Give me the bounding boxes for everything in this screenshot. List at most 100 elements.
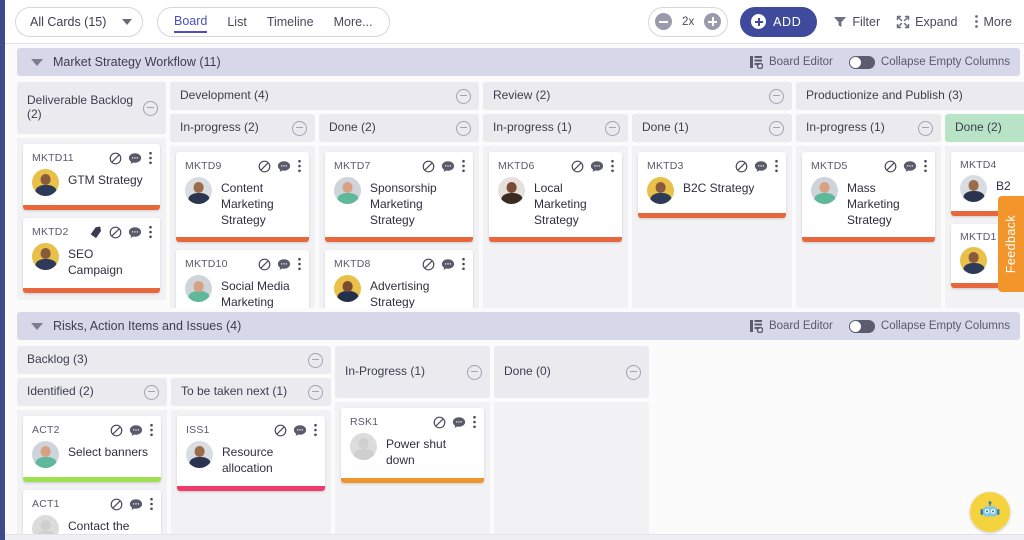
kebab-menu-icon[interactable] — [297, 257, 302, 271]
column-header[interactable]: Done (1) — [632, 114, 792, 142]
card[interactable]: MKTD6Local Marketing Strategy — [489, 152, 622, 242]
tab-list[interactable]: List — [227, 11, 246, 32]
comment-icon[interactable] — [277, 160, 291, 173]
column-header[interactable]: Backlog (3) — [17, 346, 331, 374]
column-drop-zone[interactable]: MKTD9Content Marketing Strategy MKTD10Soc… — [170, 146, 315, 308]
comment-icon[interactable] — [452, 416, 466, 429]
tab-timeline[interactable]: Timeline — [267, 11, 314, 32]
block-icon[interactable] — [735, 160, 748, 173]
comment-icon[interactable] — [277, 258, 291, 271]
tag-icon[interactable] — [89, 226, 103, 239]
column-header[interactable]: Deliverable Backlog (2) — [17, 82, 166, 134]
feedback-tab[interactable]: Feedback — [998, 196, 1024, 292]
chat-bot-button[interactable] — [970, 492, 1010, 532]
block-icon[interactable] — [433, 416, 446, 429]
comment-icon[interactable] — [129, 424, 143, 437]
card[interactable]: MKTD5Mass Marketing Strategy — [802, 152, 935, 242]
kebab-menu-icon[interactable] — [923, 159, 928, 173]
collapse-circle-icon[interactable] — [918, 121, 933, 136]
column-header[interactable]: To be taken next (1) — [171, 378, 331, 406]
comment-icon[interactable] — [903, 160, 917, 173]
expand-button[interactable]: Expand — [896, 15, 957, 29]
filter-button[interactable]: Filter — [833, 15, 880, 29]
column-drop-zone[interactable]: MKTD7Sponsorship Marketing Strategy MKTD8… — [319, 146, 479, 308]
column-drop-zone[interactable]: RSK1Power shut down — [335, 402, 490, 540]
card[interactable]: MKTD9Content Marketing Strategy — [176, 152, 309, 242]
collapse-circle-icon[interactable] — [308, 353, 323, 368]
collapse-circle-icon[interactable] — [605, 121, 620, 136]
block-icon[interactable] — [110, 424, 123, 437]
collapse-circle-icon[interactable] — [292, 121, 307, 136]
column-drop-zone[interactable]: ISS1Resource allocation — [171, 410, 331, 540]
triangle-down-icon[interactable] — [31, 59, 43, 66]
column-drop-zone[interactable] — [494, 402, 649, 540]
board-editor-button[interactable]: Board Editor — [749, 55, 833, 69]
card[interactable]: ACT1Contact the — [23, 490, 161, 540]
comment-icon[interactable] — [590, 160, 604, 173]
kebab-menu-icon[interactable] — [149, 497, 154, 511]
zoom-out-button[interactable] — [655, 13, 672, 30]
column-header[interactable]: Development (4) — [170, 82, 479, 110]
block-icon[interactable] — [109, 152, 122, 165]
tab-board[interactable]: Board — [174, 10, 207, 33]
block-icon[interactable] — [258, 160, 271, 173]
block-icon[interactable] — [258, 258, 271, 271]
collapse-circle-icon[interactable] — [769, 121, 784, 136]
column-header[interactable]: Review (2) — [483, 82, 792, 110]
card[interactable]: MKTD8Advertising Strategy — [325, 250, 473, 308]
kebab-menu-icon[interactable] — [148, 225, 153, 239]
comment-icon[interactable] — [293, 424, 307, 437]
block-icon[interactable] — [422, 160, 435, 173]
block-icon[interactable] — [109, 226, 122, 239]
block-icon[interactable] — [884, 160, 897, 173]
kebab-menu-icon[interactable] — [461, 257, 466, 271]
column-header[interactable]: In-progress (2) — [170, 114, 315, 142]
card[interactable]: MKTD3B2C Strategy — [638, 152, 786, 218]
card[interactable]: MKTD2SEO Campaign — [23, 218, 160, 293]
zoom-in-button[interactable] — [704, 13, 721, 30]
collapse-circle-icon[interactable] — [769, 89, 784, 104]
board-canvas[interactable]: Market Strategy Workflow (11)Board Edito… — [5, 44, 1024, 540]
card[interactable]: ACT2Select banners — [23, 416, 161, 482]
column-drop-zone[interactable]: MKTD3B2C Strategy — [632, 146, 792, 308]
card[interactable]: ISS1Resource allocation — [177, 416, 325, 491]
kebab-menu-icon[interactable] — [149, 423, 154, 437]
collapse-circle-icon[interactable] — [144, 385, 159, 400]
collapse-circle-icon[interactable] — [626, 365, 641, 380]
comment-icon[interactable] — [128, 152, 142, 165]
collapse-circle-icon[interactable] — [456, 121, 471, 136]
collapse-circle-icon[interactable] — [143, 101, 158, 116]
collapse-empty-columns-toggle[interactable] — [849, 56, 875, 69]
column-drop-zone[interactable]: MKTD5Mass Marketing Strategy — [796, 146, 941, 308]
card[interactable]: MKTD11GTM Strategy — [23, 144, 160, 210]
kebab-menu-icon[interactable] — [610, 159, 615, 173]
kebab-menu-icon[interactable] — [297, 159, 302, 173]
column-header[interactable]: Done (2) — [945, 114, 1024, 142]
block-icon[interactable] — [422, 258, 435, 271]
card[interactable]: MKTD7Sponsorship Marketing Strategy — [325, 152, 473, 242]
tab-more[interactable]: More... — [334, 11, 373, 32]
kebab-menu-icon[interactable] — [472, 415, 477, 429]
bottom-scrollbar[interactable] — [0, 534, 1024, 540]
kebab-menu-icon[interactable] — [774, 159, 779, 173]
column-header[interactable]: Done (0) — [494, 346, 649, 398]
block-icon[interactable] — [571, 160, 584, 173]
column-drop-zone[interactable]: MKTD6Local Marketing Strategy — [483, 146, 628, 308]
card[interactable]: RSK1Power shut down — [341, 408, 484, 483]
column-header[interactable]: In-progress (1) — [483, 114, 628, 142]
column-header[interactable]: In-Progress (1) — [335, 346, 490, 398]
comment-icon[interactable] — [128, 226, 142, 239]
column-header[interactable]: Identified (2) — [17, 378, 167, 406]
board-editor-button[interactable]: Board Editor — [749, 319, 833, 333]
collapse-circle-icon[interactable] — [467, 365, 482, 380]
comment-icon[interactable] — [441, 160, 455, 173]
column-header[interactable]: In-progress (1) — [796, 114, 941, 142]
comment-icon[interactable] — [129, 498, 143, 511]
block-icon[interactable] — [110, 498, 123, 511]
column-drop-zone[interactable]: ACT2Select banners ACT1Contact the — [17, 410, 167, 540]
card[interactable]: MKTD10Social Media Marketing Strategy — [176, 250, 309, 308]
kebab-menu-icon[interactable] — [313, 423, 318, 437]
collapse-empty-columns-toggle[interactable] — [849, 320, 875, 333]
column-drop-zone[interactable]: MKTD11GTM Strategy MKTD2SEO Campaign — [17, 138, 166, 300]
kebab-menu-icon[interactable] — [461, 159, 466, 173]
